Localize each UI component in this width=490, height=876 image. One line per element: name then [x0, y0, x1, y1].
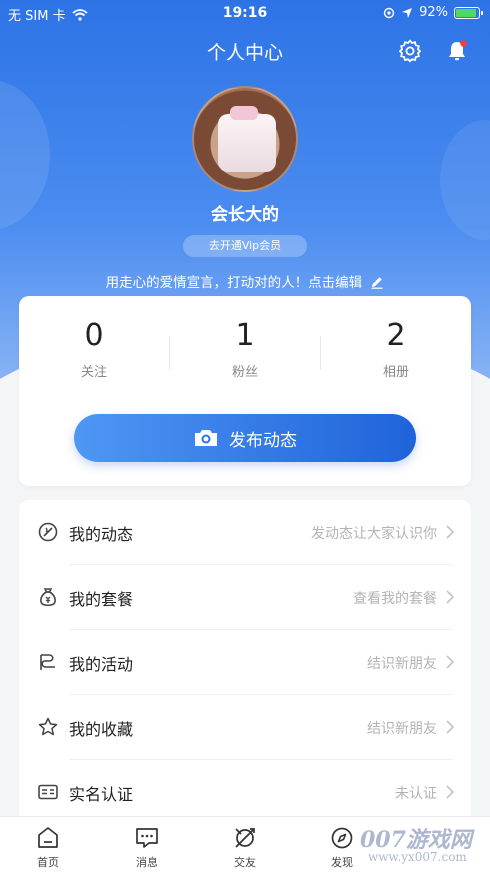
username: 会长大的	[211, 205, 279, 225]
avatar[interactable]	[192, 86, 298, 192]
publish-post-button[interactable]: 发布动态	[74, 414, 416, 462]
avatar-photo-subject	[218, 114, 276, 172]
tab-home[interactable]: 首页	[8, 825, 88, 870]
tab-messages[interactable]: 消息	[107, 825, 187, 870]
stat-label: 关注	[80, 365, 107, 380]
stat-value: 2	[386, 318, 406, 353]
menu-item-my-posts[interactable]: 我的动态 发动态让大家认识你	[19, 500, 471, 565]
message-icon	[136, 828, 158, 848]
stat-value: 1	[235, 318, 255, 353]
battery-percent: 92%	[419, 5, 448, 20]
settings-icon[interactable]	[398, 39, 422, 63]
menu-item-label: 我的活动	[69, 655, 134, 674]
chevron-right-icon	[446, 590, 455, 604]
menu-item-label: 我的动态	[69, 525, 134, 544]
watermark-url: www.yx007.com	[368, 850, 467, 864]
tab-label: 首页	[37, 856, 59, 869]
publish-button-label: 发布动态	[229, 430, 297, 451]
star-icon	[38, 717, 58, 736]
menu-item-hint: 查看我的套餐	[353, 591, 437, 607]
menu-item-hint: 结识新朋友	[367, 721, 437, 737]
avatar-photo-detail	[230, 106, 258, 120]
menu-item-hint: 结识新朋友	[367, 656, 437, 672]
menu-item-hint: 发动态让大家认识你	[311, 526, 437, 542]
bio-text: 用走心的爱情宣言，打动对的人！点击编辑	[105, 275, 363, 291]
stat-value: 0	[84, 318, 104, 353]
activity-icon	[40, 654, 55, 670]
title-bar: 个人中心	[0, 36, 490, 66]
tab-label: 交友	[234, 856, 256, 869]
tab-dating[interactable]: 交友	[205, 825, 285, 870]
orientation-lock-icon	[383, 7, 395, 18]
stat-following[interactable]: 0 关注	[19, 318, 169, 380]
battery-icon	[454, 6, 483, 19]
menu-item-my-favorites[interactable]: 我的收藏 结识新朋友	[19, 695, 471, 760]
stat-albums[interactable]: 2 相册	[321, 318, 471, 380]
stat-fans[interactable]: 1 粉丝	[170, 318, 320, 380]
chevron-right-icon	[446, 525, 455, 539]
dating-icon	[235, 828, 255, 848]
status-right: 92%	[383, 5, 483, 20]
post-icon	[38, 522, 58, 542]
bio[interactable]: 用走心的爱情宣言，打动对的人！点击编辑	[0, 271, 490, 291]
menu-item-my-plan[interactable]: 我的套餐 查看我的套餐	[19, 565, 471, 630]
menu-item-label: 我的收藏	[69, 720, 134, 739]
edit-pencil-icon	[371, 277, 383, 289]
chevron-right-icon	[446, 720, 455, 734]
money-bag-icon	[40, 588, 56, 607]
tab-label: 消息	[136, 856, 158, 869]
menu-item-hint: 未认证	[395, 786, 437, 802]
stat-label: 粉丝	[231, 365, 258, 380]
menu-item-label: 实名认证	[69, 785, 134, 804]
status-bar: 无 SIM 卡 19:16 92%	[0, 0, 490, 26]
menu-item-label: 我的套餐	[69, 590, 134, 609]
home-icon	[38, 827, 58, 848]
notification-bell-icon[interactable]	[445, 39, 469, 63]
menu-card: 我的动态 发动态让大家认识你 我的套餐 查看我的套餐 我的活动 结识新朋友 我的…	[19, 500, 471, 830]
location-icon	[402, 7, 413, 18]
watermark: 007游戏网 www.yx007.com	[330, 818, 490, 876]
battery-level	[456, 8, 477, 17]
vip-button[interactable]: 去开通Vip会员	[183, 235, 307, 257]
stat-label: 相册	[382, 365, 409, 380]
stats-card: 0 关注 1 粉丝 2 相册 发布动态	[19, 296, 471, 486]
menu-item-my-activities[interactable]: 我的活动 结识新朋友	[19, 630, 471, 695]
chevron-right-icon	[446, 655, 455, 669]
camera-icon	[195, 430, 217, 446]
id-card-icon	[38, 784, 58, 800]
chevron-right-icon	[446, 785, 455, 799]
